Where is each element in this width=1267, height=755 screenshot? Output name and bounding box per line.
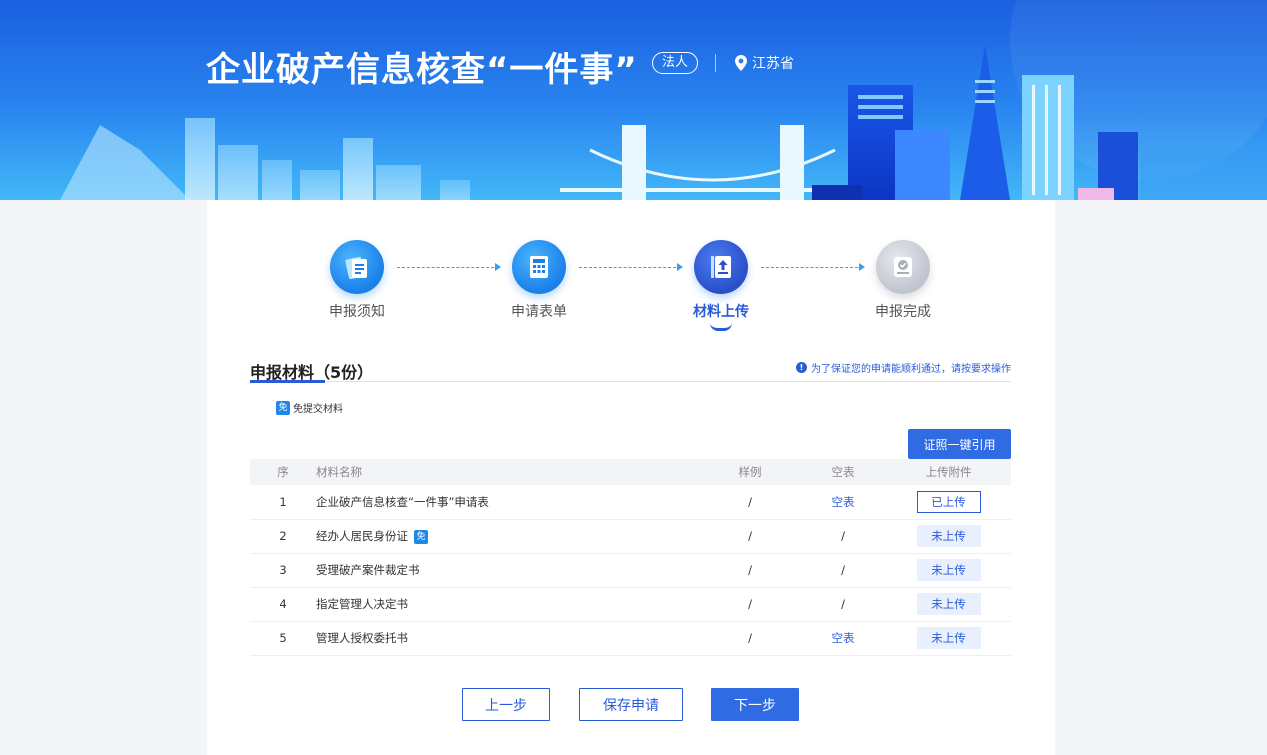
exempt-badge: 免 [276, 400, 290, 415]
upload-book-icon [711, 256, 731, 278]
location-text[interactable]: 江苏省 [752, 53, 794, 73]
cite-license-button[interactable]: 证照一键引用 [908, 429, 1011, 459]
city-skyline-illustration [60, 0, 1267, 200]
save-application-button[interactable]: 保存申请 [579, 688, 683, 721]
row-no: 3 [250, 553, 316, 588]
header-sample: 样例 [700, 459, 800, 485]
role-tag: 法人 [652, 52, 699, 74]
location-pin-icon [735, 55, 747, 71]
banner: 企业破产信息核查“一件事” 法人 江苏省 [0, 0, 1267, 200]
row-no: 5 [250, 621, 316, 656]
upload-button[interactable]: 已上传 [916, 490, 981, 513]
info-icon: ! [796, 362, 807, 373]
exempt-legend: 免 免提交材料 [276, 400, 343, 415]
row-no: 4 [250, 587, 316, 622]
table-row: 4 指定管理人决定书 / / 未上传 [250, 587, 1011, 622]
upload-button[interactable]: 未上传 [916, 593, 981, 615]
materials-table: 序 材料名称 样例 空表 上传附件 1 企业破产信息核查“一件事”申请表 / 空… [250, 459, 1011, 656]
step-label: 申报须知 [329, 304, 385, 320]
exempt-badge: 免 [414, 529, 428, 544]
row-name: 经办人居民身份证 [316, 529, 408, 543]
row-no: 1 [250, 485, 316, 520]
row-name: 企业破产信息核查“一件事”申请表 [316, 485, 700, 520]
table-header-row: 序 材料名称 样例 空表 上传附件 [250, 459, 1011, 485]
row-sample: / [700, 485, 800, 520]
step-complete[interactable]: 申报完成 [843, 240, 963, 321]
row-sample: / [700, 553, 800, 588]
step-circle [330, 240, 384, 294]
blank-form-link[interactable]: 空表 [832, 631, 855, 645]
row-sample: / [700, 621, 800, 656]
step-label: 材料上传 [693, 304, 749, 320]
row-name: 指定管理人决定书 [316, 587, 700, 622]
step-upload[interactable]: 材料上传 [661, 240, 781, 331]
header-name: 材料名称 [316, 459, 700, 485]
step-label: 申报完成 [875, 304, 931, 320]
exempt-legend-text: 免提交材料 [293, 404, 343, 415]
row-blank: / [800, 587, 886, 622]
header-blank: 空表 [800, 459, 886, 485]
active-step-indicator [710, 323, 732, 331]
main-card: 申报须知 申请表单 材料上传 申报完成 申报材料（5份） ! 为了保证您的申请能… [207, 200, 1055, 755]
prev-step-button[interactable]: 上一步 [462, 688, 550, 721]
step-label: 申请表单 [511, 304, 567, 320]
row-sample: / [700, 587, 800, 622]
row-no: 2 [250, 519, 316, 554]
header-upload: 上传附件 [886, 459, 1011, 485]
upload-button[interactable]: 未上传 [916, 525, 981, 547]
table-row: 1 企业破产信息核查“一件事”申请表 / 空表 已上传 [250, 485, 1011, 520]
section-divider [250, 381, 1011, 382]
row-blank: / [800, 553, 886, 588]
section-title-underline [250, 380, 326, 383]
row-name-cell: 经办人居民身份证免 [316, 519, 700, 554]
step-form[interactable]: 申请表单 [479, 240, 599, 321]
page-title: 企业破产信息核查“一件事” [206, 50, 638, 90]
upload-button[interactable]: 未上传 [916, 627, 981, 649]
step-notice[interactable]: 申报须知 [297, 240, 417, 321]
row-name: 管理人授权委托书 [316, 621, 700, 656]
upload-button[interactable]: 未上传 [916, 559, 981, 581]
next-step-button[interactable]: 下一步 [711, 688, 799, 721]
row-sample: / [700, 519, 800, 554]
notice: ! 为了保证您的申请能顺利通过，请按要求操作 [796, 360, 1011, 375]
document-card-icon [345, 256, 367, 280]
table-row: 5 管理人授权委托书 / 空表 未上传 [250, 621, 1011, 656]
table-row: 2 经办人居民身份证免 / / 未上传 [250, 519, 1011, 554]
blank-form-link[interactable]: 空表 [832, 495, 855, 509]
step-circle [876, 240, 930, 294]
check-badge-icon [894, 257, 912, 277]
row-blank: / [800, 519, 886, 554]
form-grid-icon [530, 256, 548, 278]
step-circle [512, 240, 566, 294]
row-name: 受理破产案件裁定书 [316, 553, 700, 588]
header-no: 序 [250, 459, 316, 485]
banner-divider [715, 54, 716, 72]
notice-text: 为了保证您的申请能顺利通过，请按要求操作 [811, 364, 1011, 375]
table-row: 3 受理破产案件裁定书 / / 未上传 [250, 553, 1011, 588]
step-circle [694, 240, 748, 294]
